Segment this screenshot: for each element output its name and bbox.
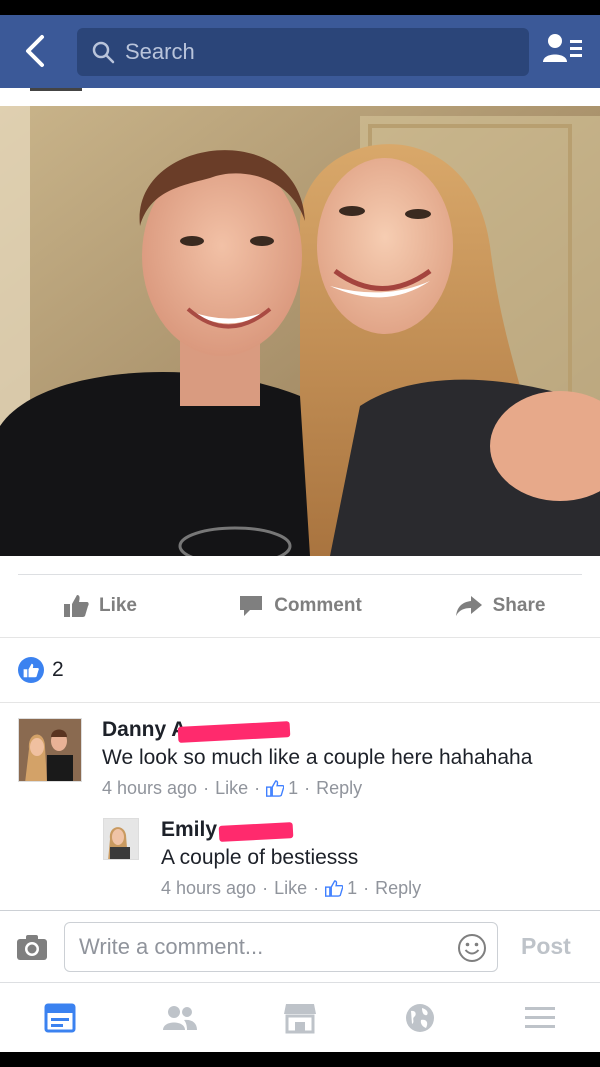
avatar[interactable] [103,818,139,860]
search-icon [92,41,115,64]
redaction-mark [177,721,291,743]
tab-menu[interactable] [480,983,600,1052]
friends-icon [163,1005,197,1030]
back-arrow-icon[interactable] [18,33,54,69]
globe-icon [406,1003,434,1032]
reaction-summary[interactable]: 2 [18,657,64,683]
comment-reply-item: Emily A couple of bestiesss 4 hours ago … [103,818,427,899]
emoji-smiley-icon[interactable] [457,933,487,963]
post-actions-bar: Like Comment Share [0,576,600,636]
news-feed-icon [44,1003,76,1032]
camera-icon[interactable] [16,933,48,961]
comment-text: A couple of bestiesss [161,846,359,869]
like-button[interactable]: Like [0,576,200,636]
thumbs-up-icon [63,595,89,617]
divider [0,702,600,703]
share-label: Share [492,595,546,616]
comment-text: We look so much like a couple here hahah… [102,746,533,769]
share-button[interactable]: Share [400,576,600,636]
share-arrow-icon [455,596,482,616]
like-label: Like [98,595,138,616]
comment-like-count: 1 [347,878,358,898]
thumbs-up-outline-icon [266,780,285,797]
comment-like-button[interactable]: Like [274,878,307,899]
divider [0,637,600,638]
like-reaction-icon [18,657,44,683]
friend-requests-icon[interactable] [540,30,584,70]
comment-meta: 4 hours ago · Like · 1 · Reply [102,778,363,799]
comment-like-count: 1 [288,778,299,798]
comment-timestamp: 4 hours ago [102,778,198,798]
commenter-name[interactable]: Emily [161,818,294,842]
post-button[interactable]: Post [521,933,571,960]
avatar[interactable] [18,718,82,782]
comment-button[interactable]: Comment [200,576,400,636]
commenter-name[interactable]: Danny A [102,718,291,743]
selfie-photo-image [0,106,600,556]
comment-bubble-icon [240,596,263,616]
post-photo[interactable] [0,106,600,556]
tab-news-feed[interactable] [0,983,120,1052]
comment-like-button[interactable]: Like [215,778,248,799]
marketplace-store-icon [284,1003,316,1033]
status-bar [0,0,600,15]
photo-top-strip [0,88,600,106]
comment-reply-button[interactable]: Reply [316,778,362,799]
thumbs-up-outline-icon [325,880,344,897]
home-indicator-bar [0,1052,600,1067]
tab-notifications[interactable] [360,983,480,1052]
comment-meta: 4 hours ago · Like · 1 · Reply [161,878,422,899]
redaction-mark [218,822,294,842]
top-navigation-bar: Search [0,15,600,88]
bottom-tab-bar [0,982,600,1052]
comment-label: Comment [274,595,362,616]
search-placeholder: Search [125,39,195,64]
comment-timestamp: 4 hours ago [161,878,257,898]
like-count: 2 [52,658,64,681]
comment-item: Danny A We look so much like a couple he… [18,718,532,799]
comment-reply-button[interactable]: Reply [375,878,421,899]
hamburger-menu-icon [525,1006,555,1028]
tab-marketplace[interactable] [240,983,360,1052]
comment-composer: Write a comment... Post [0,910,600,982]
comment-input[interactable]: Write a comment... [64,922,498,972]
tab-friends[interactable] [120,983,240,1052]
search-field[interactable]: Search [77,28,529,76]
divider [18,574,582,575]
comment-input-placeholder: Write a comment... [79,934,264,959]
